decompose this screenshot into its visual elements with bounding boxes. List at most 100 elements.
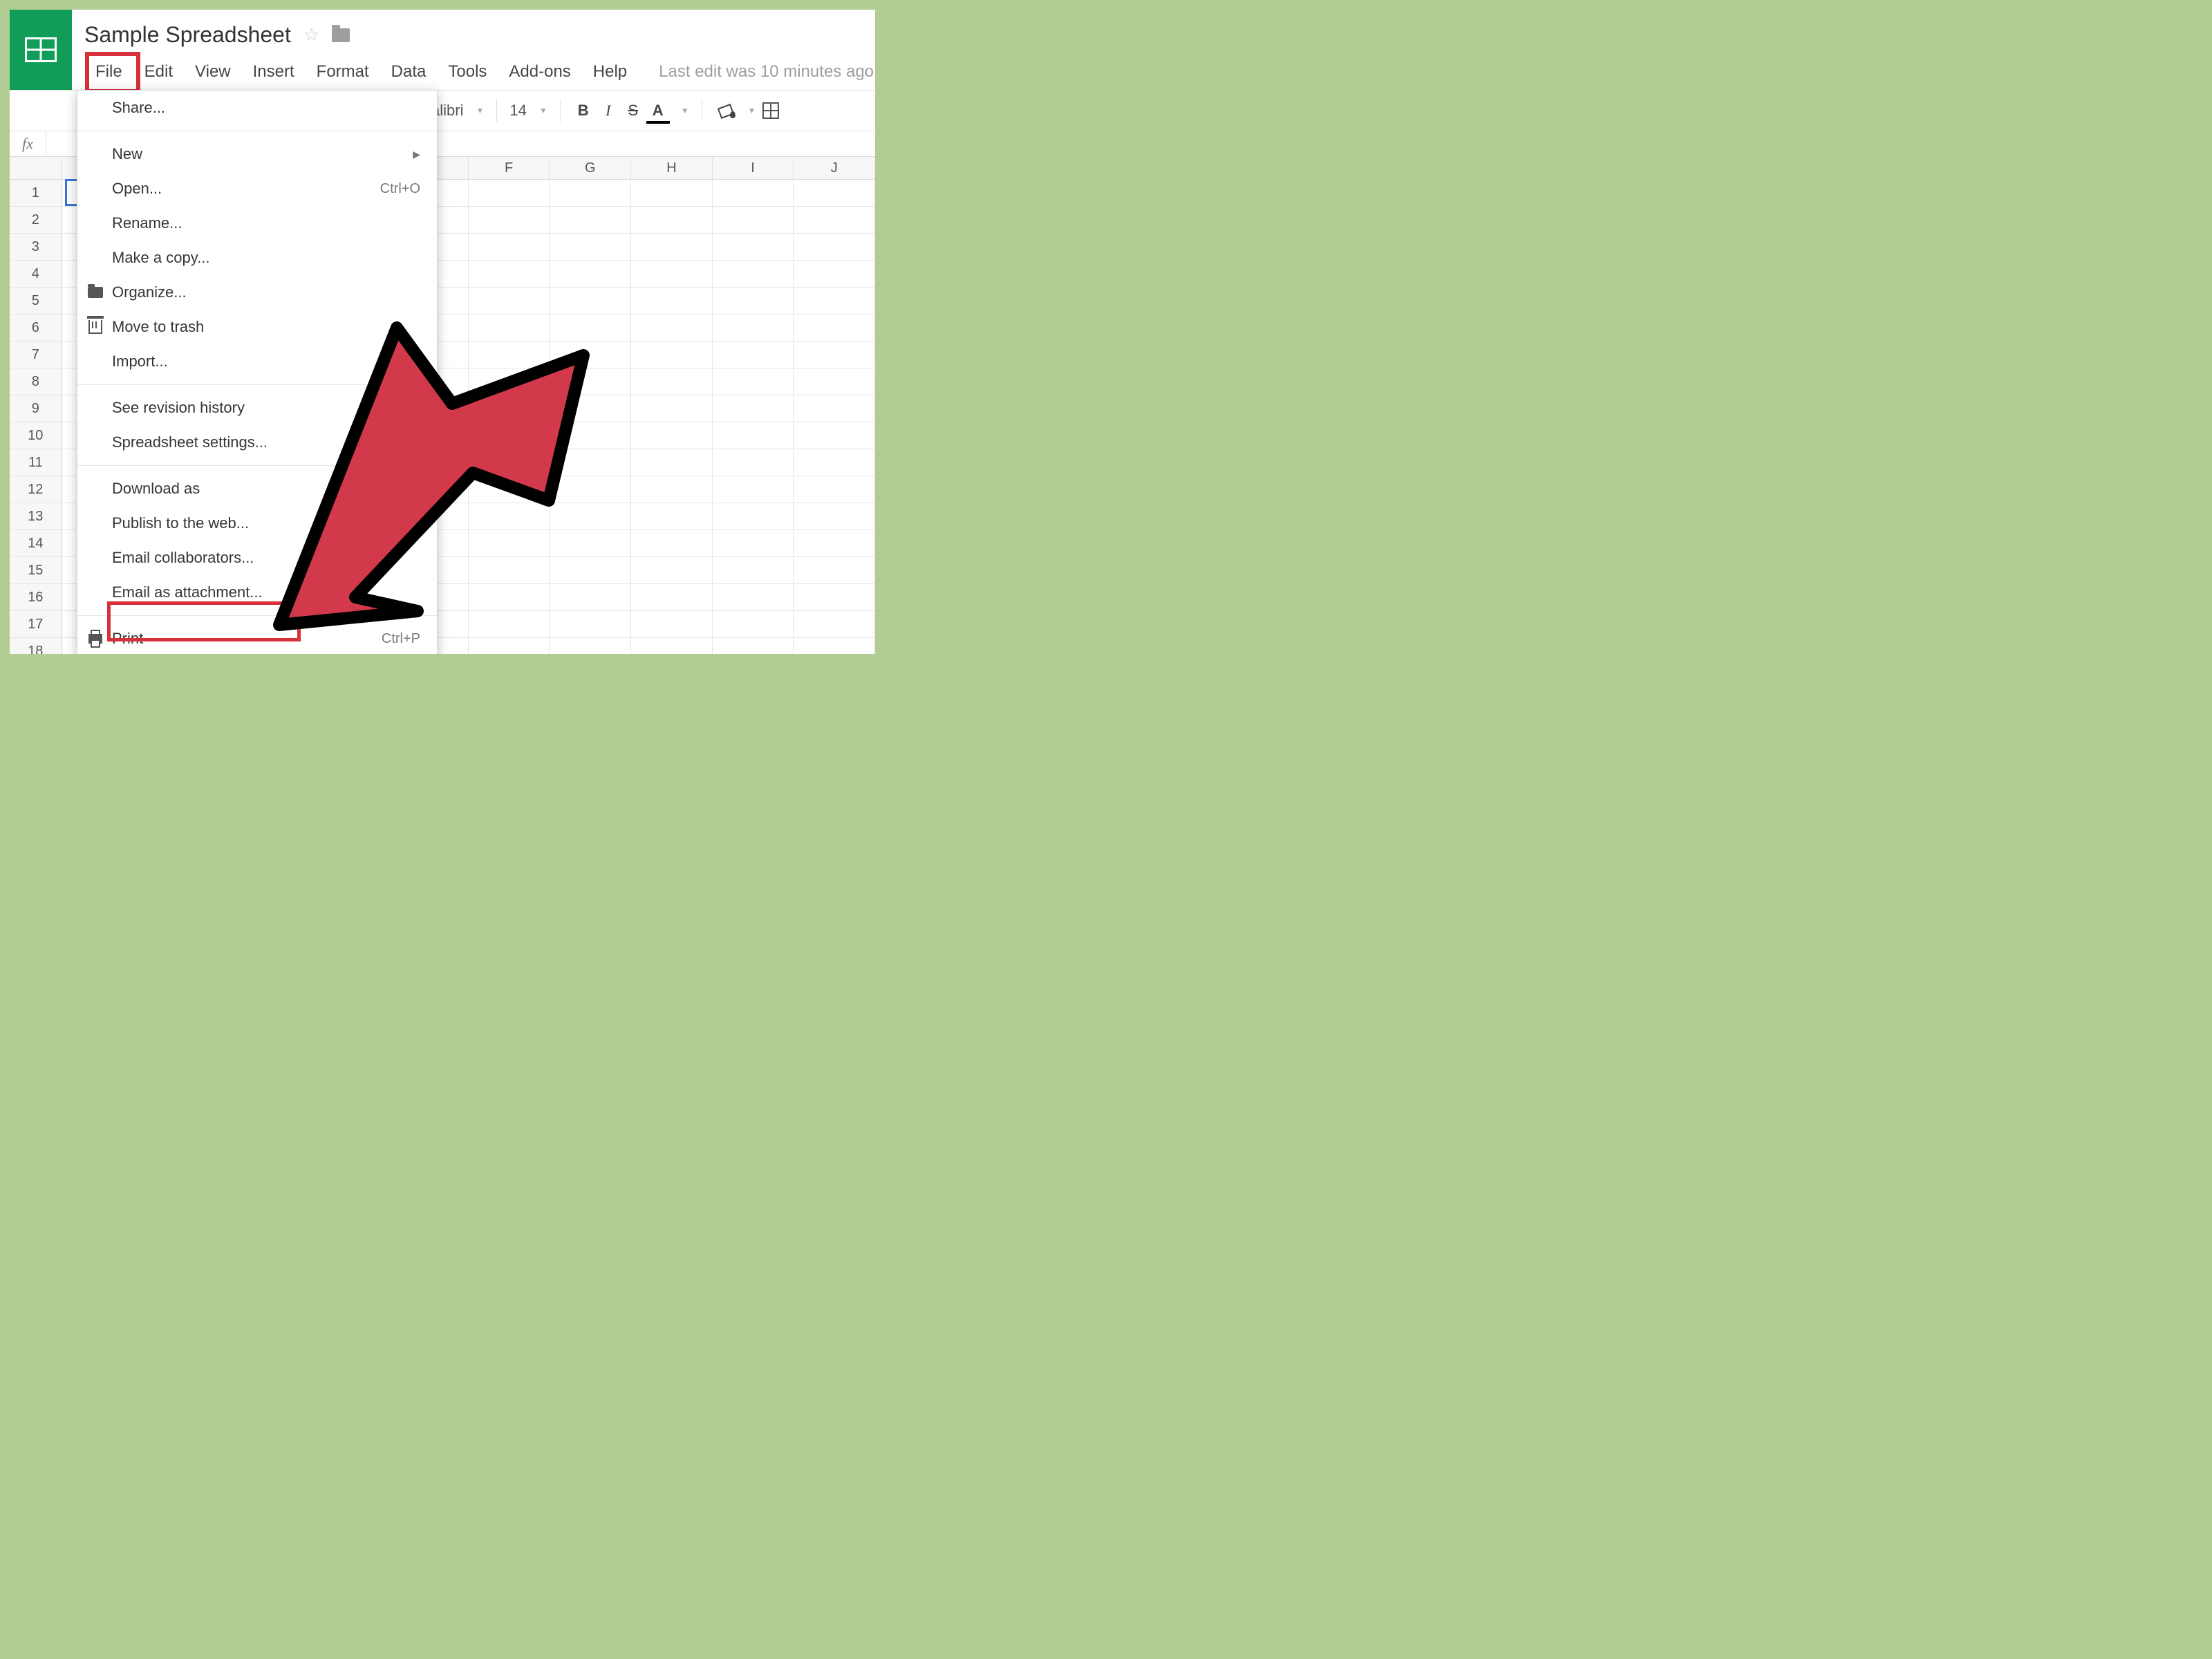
cell[interactable] [550, 368, 631, 395]
cell[interactable] [469, 261, 550, 287]
cell[interactable] [469, 476, 550, 503]
cell[interactable] [550, 180, 631, 206]
menu-item-email-collaborators[interactable]: Email collaborators... [77, 541, 437, 575]
cell[interactable] [631, 530, 713, 556]
text-color-button[interactable]: A [648, 100, 668, 121]
row-header[interactable]: 14 [10, 530, 62, 556]
cell[interactable] [550, 638, 631, 654]
row-header[interactable]: 5 [10, 288, 62, 314]
cell[interactable] [713, 557, 794, 583]
row-header[interactable]: 8 [10, 368, 62, 395]
cell[interactable] [469, 341, 550, 368]
last-edit-text[interactable]: Last edit was 10 minutes ago [659, 62, 874, 82]
cell[interactable] [469, 611, 550, 637]
cell[interactable] [631, 503, 713, 529]
menu-help[interactable]: Help [582, 58, 638, 86]
column-header[interactable]: H [631, 157, 713, 179]
cell[interactable] [631, 261, 713, 287]
cell[interactable] [631, 638, 713, 654]
cell[interactable] [469, 368, 550, 395]
cell[interactable] [713, 422, 794, 449]
cell[interactable] [794, 611, 875, 637]
cell[interactable] [794, 557, 875, 583]
cell[interactable] [631, 476, 713, 503]
menu-item-organize[interactable]: Organize... [77, 275, 437, 310]
menu-item-make-copy[interactable]: Make a copy... [77, 241, 437, 275]
cell[interactable] [550, 261, 631, 287]
cell[interactable] [713, 638, 794, 654]
cell[interactable] [550, 584, 631, 610]
font-size[interactable]: 14 [509, 102, 526, 120]
cell[interactable] [794, 395, 875, 422]
cell[interactable] [713, 207, 794, 233]
fill-color-button[interactable] [715, 100, 735, 121]
cell[interactable] [794, 422, 875, 449]
row-header[interactable]: 1 [10, 180, 62, 206]
menu-file[interactable]: File [84, 58, 133, 86]
sheets-logo[interactable] [10, 10, 72, 90]
cell[interactable] [469, 557, 550, 583]
cell[interactable] [713, 611, 794, 637]
cell[interactable] [469, 422, 550, 449]
italic-button[interactable]: I [598, 100, 619, 121]
row-header[interactable]: 17 [10, 611, 62, 637]
cell[interactable] [794, 530, 875, 556]
cell[interactable] [550, 557, 631, 583]
row-header[interactable]: 11 [10, 449, 62, 476]
cell[interactable] [550, 476, 631, 503]
cell[interactable] [794, 261, 875, 287]
cell[interactable] [794, 638, 875, 654]
cell[interactable] [713, 180, 794, 206]
cell[interactable] [713, 288, 794, 314]
cell[interactable] [794, 341, 875, 368]
cell[interactable] [469, 584, 550, 610]
cell[interactable] [794, 476, 875, 503]
cell[interactable] [713, 234, 794, 260]
chevron-down-icon[interactable]: ▼ [531, 106, 547, 115]
row-header[interactable]: 6 [10, 315, 62, 341]
row-header[interactable]: 3 [10, 234, 62, 260]
folder-icon[interactable] [332, 28, 350, 42]
row-header[interactable]: 16 [10, 584, 62, 610]
cell[interactable] [713, 503, 794, 529]
menu-item-rename[interactable]: Rename... [77, 206, 437, 241]
menu-item-open[interactable]: Open...Ctrl+O [77, 171, 437, 206]
menu-item-share[interactable]: Share... [77, 91, 437, 125]
cell[interactable] [631, 557, 713, 583]
row-header[interactable]: 18 [10, 638, 62, 654]
cell[interactable] [550, 288, 631, 314]
cell[interactable] [550, 449, 631, 476]
cell[interactable] [631, 611, 713, 637]
cell[interactable] [794, 207, 875, 233]
row-header[interactable]: 10 [10, 422, 62, 449]
menu-addons[interactable]: Add-ons [498, 58, 581, 86]
menu-item-new[interactable]: New▶ [77, 137, 437, 171]
column-header[interactable]: G [550, 157, 631, 179]
cell[interactable] [713, 261, 794, 287]
cell[interactable] [794, 584, 875, 610]
menu-view[interactable]: View [184, 58, 242, 86]
menu-data[interactable]: Data [380, 58, 438, 86]
cell[interactable] [713, 368, 794, 395]
cell[interactable] [631, 180, 713, 206]
cell[interactable] [713, 341, 794, 368]
menu-item-spreadsheet-settings[interactable]: Spreadsheet settings... [77, 425, 437, 460]
cell[interactable] [713, 449, 794, 476]
cell[interactable] [469, 207, 550, 233]
cell[interactable] [550, 422, 631, 449]
cell[interactable] [631, 341, 713, 368]
cell[interactable] [631, 288, 713, 314]
cell[interactable] [631, 422, 713, 449]
cell[interactable] [631, 395, 713, 422]
cell[interactable] [713, 395, 794, 422]
cell[interactable] [550, 611, 631, 637]
cell[interactable] [550, 395, 631, 422]
cell[interactable] [713, 584, 794, 610]
cell[interactable] [550, 234, 631, 260]
row-header[interactable]: 9 [10, 395, 62, 422]
column-header[interactable]: I [713, 157, 794, 179]
cell[interactable] [469, 638, 550, 654]
cell[interactable] [713, 476, 794, 503]
cell[interactable] [550, 503, 631, 529]
menu-item-move-to-trash[interactable]: Move to trash [77, 310, 437, 344]
